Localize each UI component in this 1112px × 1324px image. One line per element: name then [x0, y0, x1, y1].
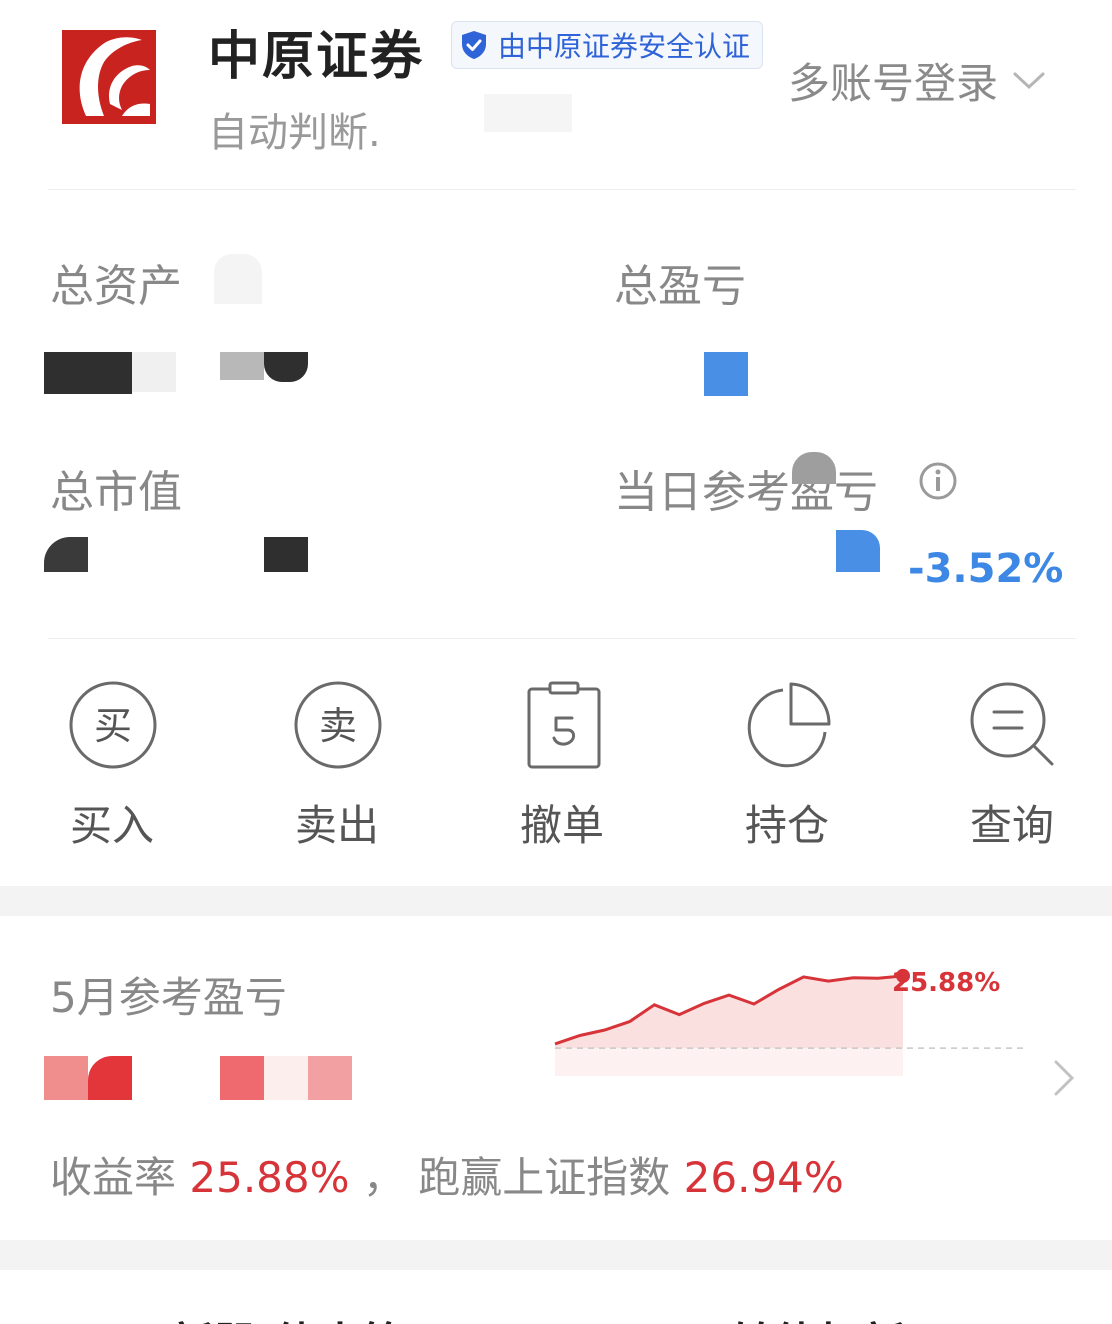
daily-pnl-percent: -3.52%: [908, 546, 1064, 592]
section-gap-2: [0, 1240, 1112, 1270]
bottom-section: 新股/债中签 可转债打新: [0, 1270, 1112, 1324]
buy-label: 买入: [69, 801, 154, 850]
total-pnl-label: 总盈亏: [614, 261, 746, 312]
daily-pnl-label-redaction: [792, 452, 836, 484]
market-value-redacted: [44, 537, 88, 572]
sell-icon: 卖: [294, 681, 382, 769]
broker-name: 中原证券: [208, 27, 425, 87]
daily-pnl-value-redacted: [836, 530, 880, 572]
chevron-right-icon: [1054, 1060, 1075, 1096]
tab-new-share-bond-lottery[interactable]: 新股/债中签: [170, 1308, 406, 1324]
search-icon: [970, 682, 1054, 766]
tab-convertible-bond-subscription[interactable]: 可转债打新: [686, 1308, 906, 1324]
monthly-pnl-value-redacted: [44, 1056, 88, 1100]
daily-pnl-label: 当日参考盈亏: [614, 467, 878, 518]
assets-divider: [48, 638, 1076, 639]
beat-index-value: 26.94%: [683, 1153, 844, 1202]
total-assets-value-redacted: [44, 352, 132, 394]
monthly-pnl-card[interactable]: 5月参考盈亏 25.88% 收益率 25.88% ， 跑赢上证指数 26.94%: [0, 916, 1112, 1240]
sparkline-below-baseline: [555, 1048, 903, 1076]
monthly-pnl-value-redacted-2: [88, 1056, 132, 1100]
cancel-order-label: 撤单: [519, 801, 604, 850]
monthly-pnl-value-redacted-3: [220, 1056, 264, 1100]
broker-logo: [62, 30, 156, 124]
total-assets-value-redacted-4: [264, 352, 308, 382]
return-rate-value: 25.88%: [189, 1153, 350, 1202]
account-mode-label: 自动判断: [208, 110, 368, 156]
header-divider: [48, 189, 1076, 190]
shield-check-icon: [462, 31, 486, 59]
pie-chart-icon: [747, 682, 831, 768]
sell-icon-glyph: 卖: [319, 704, 357, 748]
sparkline-area: [555, 975, 903, 1049]
multi-account-login-button[interactable]: 多账号登录: [788, 50, 1046, 111]
buy-icon-glyph: 买: [94, 704, 132, 748]
buy-icon: 买: [69, 681, 157, 769]
monthly-pnl-value-redacted-4: [264, 1056, 308, 1100]
sell-button[interactable]: 卖 卖出: [262, 680, 412, 850]
verify-text: 由中原证券安全认证: [498, 30, 751, 63]
total-assets-value-redacted-3: [220, 352, 264, 380]
beat-index-label: 跑赢上证指数: [418, 1153, 671, 1202]
query-button[interactable]: 查询: [937, 680, 1087, 850]
chevron-down-icon: [1013, 72, 1045, 89]
cancel-order-button[interactable]: 撤单: [487, 680, 637, 850]
positions-button[interactable]: 持仓: [712, 680, 862, 850]
section-gap: [0, 886, 1112, 916]
market-value-redacted-2: [264, 537, 308, 572]
trade-actions: 买 买入 卖 卖出 撤单 持仓 查询: [0, 640, 1112, 885]
return-rate-label: 收益率: [50, 1153, 177, 1202]
multi-account-login-label: 多账号登录: [788, 59, 999, 108]
total-assets-value-redacted-2: [132, 352, 176, 392]
positions-label: 持仓: [744, 801, 829, 850]
total-pnl-value-redacted: [704, 352, 748, 396]
account-mode: 自动判断.: [208, 100, 381, 158]
monthly-summary: 收益率 25.88% ， 跑赢上证指数 26.94%: [50, 1144, 844, 1205]
monthly-pnl-title: 5月参考盈亏: [50, 973, 287, 1022]
security-verified-badge[interactable]: 由中原证券安全认证: [451, 21, 764, 69]
cancel-order-icon: [527, 681, 601, 769]
account-id-redaction: [484, 94, 572, 132]
total-assets-label: 总资产: [50, 261, 182, 312]
buy-button[interactable]: 买 买入: [37, 680, 187, 850]
sell-label: 卖出: [294, 801, 379, 850]
info-icon[interactable]: [918, 461, 958, 501]
query-label: 查询: [969, 801, 1054, 850]
total-assets-redaction: [214, 254, 262, 304]
sparkline-end-label: 25.88%: [892, 968, 1001, 998]
market-value-label: 总市值: [50, 467, 182, 518]
account-header: 中原证券 由中原证券安全认证 多账号登录 自动判断.: [0, 0, 1112, 190]
monthly-pnl-value-redacted-5: [308, 1056, 352, 1100]
account-mode-dot: .: [368, 110, 381, 156]
summary-separator: ，: [362, 1153, 405, 1202]
